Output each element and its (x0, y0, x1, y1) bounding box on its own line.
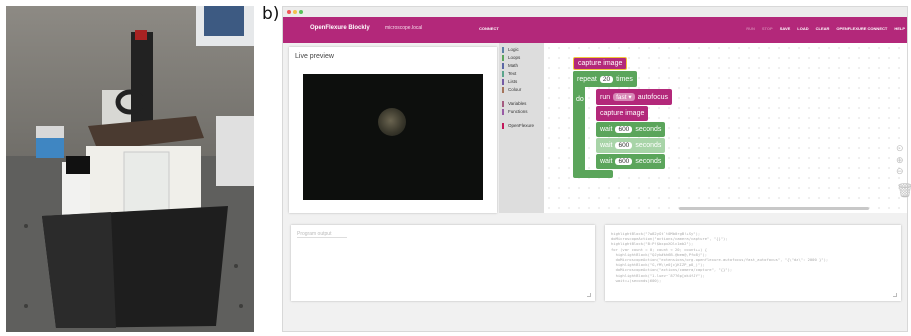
program-output-card[interactable]: Program output (291, 225, 595, 301)
toolbox-logic[interactable]: Logic (502, 47, 519, 53)
blockly-workspace[interactable]: Logic Loops Math Text Lists Colour Varia… (499, 43, 911, 213)
repeat-block[interactable]: repeat 20 times (573, 71, 637, 87)
workspace-scrollbar[interactable] (679, 207, 869, 210)
workspace-grid[interactable]: capture image repeat 20 times do run fast ▾… (544, 43, 907, 213)
maximize-dot-icon[interactable] (299, 10, 303, 14)
panel-b-label: b) (262, 4, 280, 24)
generated-code: highlightBlock("?w82yGt`t0Mb0rgB!+Sy"); d… (611, 231, 828, 283)
toolbox-variables[interactable]: Variables (502, 101, 526, 107)
navbar-actions: RUN STOP SAVE LOAD CLEAR OPENFLEXURE CON… (746, 26, 905, 31)
minimize-dot-icon[interactable] (293, 10, 297, 14)
close-dot-icon[interactable] (287, 10, 291, 14)
trash-icon[interactable]: 🗑 (896, 183, 911, 197)
toolbox-colour[interactable]: Colour (502, 87, 521, 93)
app-title: OpenFlexure Blockly (310, 25, 370, 31)
wait-block-3[interactable]: wait 600 seconds (596, 154, 666, 169)
save-button[interactable]: SAVE (780, 26, 791, 31)
live-preview-stream[interactable] (303, 74, 483, 200)
do-label: do (576, 95, 584, 103)
sample-spot (378, 108, 406, 136)
wait-block-2[interactable]: wait 600 seconds (596, 138, 666, 153)
window-chrome (283, 7, 907, 17)
navbar: OpenFlexure Blockly microscope.local CON… (283, 17, 907, 43)
output-divider (297, 237, 347, 238)
zoom-in-icon[interactable]: ⊕ (896, 156, 904, 165)
help-button[interactable]: HELP (894, 26, 905, 31)
wait-block-1[interactable]: wait 600 seconds (596, 122, 666, 137)
clear-button[interactable]: CLEAR (816, 26, 830, 31)
wait-seconds-field-1[interactable]: 600 (615, 126, 633, 133)
generated-code-card[interactable]: highlightBlock("?w82yGt`t0Mb0rgB!+Sy"); d… (605, 225, 901, 301)
toolbox-text[interactable]: Text (502, 71, 516, 77)
live-preview-card: Live preview (289, 47, 497, 213)
resize-grip-icon[interactable] (587, 293, 591, 297)
microscope-host: microscope.local (385, 25, 423, 31)
repeat-count-field[interactable]: 20 (599, 75, 614, 83)
blockly-window: OpenFlexure Blockly microscope.local CON… (282, 6, 911, 332)
capture-image-block[interactable]: capture image (573, 57, 628, 70)
zoom-out-icon[interactable]: ⊖ (896, 167, 904, 176)
autofocus-mode-dropdown[interactable]: fast ▾ (613, 93, 635, 101)
preview-title: Live preview (295, 53, 334, 60)
run-button[interactable]: RUN (746, 26, 755, 31)
autofocus-block[interactable]: run fast ▾ autofocus (596, 89, 673, 105)
toolbox-openflexure[interactable]: OpenFlexure (502, 123, 534, 129)
load-button[interactable]: LOAD (797, 26, 808, 31)
resize-grip-icon[interactable] (893, 293, 897, 297)
wait-seconds-field-2[interactable]: 600 (615, 142, 633, 149)
capture-image-inner-block[interactable]: capture image (596, 106, 649, 121)
repeat-block-foot (573, 170, 613, 178)
toolbox-lists[interactable]: Lists (502, 79, 517, 85)
toolbox-math[interactable]: Math (502, 63, 518, 69)
toolbox: Logic Loops Math Text Lists Colour Varia… (499, 43, 544, 213)
connect-button[interactable]: CONNECT (479, 26, 499, 31)
stop-button[interactable]: STOP (762, 26, 773, 31)
code-line: wait=+(seconds)600); (611, 277, 662, 283)
microscope-photo (6, 6, 254, 332)
wait-seconds-field-3[interactable]: 600 (615, 158, 633, 165)
toolbox-functions[interactable]: Functions (502, 109, 528, 115)
toolbox-loops[interactable]: Loops (502, 55, 520, 61)
openflexure-connect-button[interactable]: OPENFLEXURE CONNECT (836, 26, 887, 31)
recenter-icon[interactable]: ⊙ (896, 144, 904, 153)
